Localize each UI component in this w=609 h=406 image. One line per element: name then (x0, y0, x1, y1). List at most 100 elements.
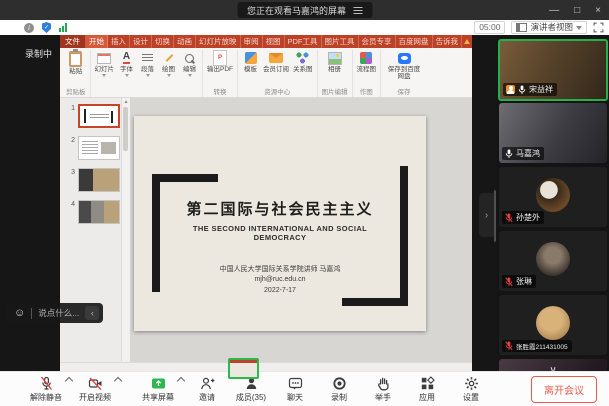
bracket-decoration (342, 298, 408, 306)
close-button[interactable]: × (595, 5, 601, 16)
collapse-chat-icon[interactable]: ‹ (85, 306, 99, 320)
tab-file[interactable]: 文件 (60, 35, 86, 48)
mic-muted-icon (505, 213, 513, 223)
mic-muted-icon (39, 376, 54, 391)
tab-picture-tools[interactable]: 图片工具 (322, 35, 359, 48)
wps-statusbar (60, 362, 472, 371)
panel-scrollbar[interactable]: ▲ (121, 98, 130, 362)
font-icon: A (123, 52, 130, 64)
tab-pdf-tools[interactable]: PDF工具 (285, 35, 322, 48)
tab-review[interactable]: 审阅 (241, 35, 263, 48)
tab-vip[interactable]: 会员专享 (359, 35, 396, 48)
baidu-pan-icon (398, 53, 411, 64)
participant-tile[interactable]: 马嘉鸿 (499, 103, 607, 163)
tab-design[interactable]: 设计 (130, 35, 152, 48)
participant-tile[interactable]: 宋益祥 (498, 39, 608, 101)
edit-button[interactable]: 编辑 (181, 51, 198, 77)
tab-animation[interactable]: 动画 (174, 35, 196, 48)
save-group: 保存到百度网盘 保存 (381, 50, 427, 97)
export-pdf-button[interactable]: P 输出PDF (207, 51, 233, 73)
invite-icon (200, 376, 215, 391)
quick-chat-placeholder[interactable]: 说点什么... (38, 307, 79, 319)
recording-indicator: 录制中 (25, 47, 52, 60)
bracket-decoration (152, 174, 160, 292)
quick-chat-bar[interactable]: ☺ 说点什么... ‹ (6, 303, 103, 323)
share-preview-thumbnail[interactable] (228, 358, 259, 379)
tab-transition[interactable]: 切换 (152, 35, 174, 48)
settings-button[interactable]: 设置 (449, 376, 493, 403)
participant-tile[interactable]: 孙楚外 (499, 167, 607, 227)
participant-tile[interactable]: 张琳 (499, 231, 607, 291)
view-mode-button[interactable]: 演讲者视图 (511, 21, 587, 34)
save-group-label: 保存 (398, 88, 411, 97)
flowchart-button[interactable]: 流程图 (357, 51, 377, 73)
participant-name: 张琳 (516, 276, 532, 287)
chat-button[interactable]: 聊天 (273, 376, 317, 403)
slides-button[interactable]: 幻灯片 (95, 51, 115, 77)
meeting-info-icon[interactable]: i (24, 23, 34, 33)
banner-menu-icon[interactable] (353, 7, 362, 14)
security-shield-icon[interactable]: ✓ (42, 22, 51, 33)
slide-subtitle: THE SECOND INTERNATIONAL AND SOCIAL DEMO… (190, 224, 370, 242)
tab-baidu-pan[interactable]: 百度网盘 (396, 35, 433, 48)
participant-name: 宋益祥 (529, 84, 553, 95)
statusbar: i ✓ 05:00 演讲者视图 (0, 20, 609, 36)
minimize-button[interactable]: — (549, 5, 559, 16)
participant-tile[interactable]: 张胜霞211431005 (499, 295, 607, 355)
sidebar-scrollbar[interactable] (494, 190, 496, 242)
fullscreen-icon[interactable] (593, 22, 604, 33)
chevron-down-icon (146, 74, 150, 77)
vip-subscribe-button[interactable]: 会员订阅 (263, 51, 289, 73)
shared-screen-area: 录制中 文件 开始 插入 设计 切换 动画 幻灯片放映 审阅 视图 PDF工具 … (0, 35, 497, 371)
unmute-button[interactable]: 解除静音 (24, 376, 68, 403)
share-options-chevron[interactable] (176, 378, 185, 392)
avatar (536, 242, 570, 276)
network-signal-icon (59, 23, 67, 32)
raise-hand-icon (376, 376, 391, 391)
members-button[interactable]: 成员(35) (229, 376, 273, 403)
scroll-up-icon[interactable]: ▲ (122, 98, 130, 106)
watching-banner[interactable]: 您正在观看马嘉鸿的屏幕 (237, 2, 372, 18)
record-button[interactable]: 录制 (317, 376, 361, 403)
tab-tell-me[interactable]: 告诉我 (433, 35, 463, 48)
paste-button[interactable]: 粘贴 (67, 51, 84, 75)
apps-button[interactable]: 应用 (405, 376, 449, 403)
share-screen-button[interactable]: 共享屏幕 (136, 376, 180, 403)
emoji-icon[interactable]: ☺ (14, 308, 25, 319)
tab-slideshow[interactable]: 幻灯片放映 (196, 35, 241, 48)
tab-view[interactable]: 视图 (263, 35, 285, 48)
draw-button[interactable]: 绘图 (160, 51, 177, 77)
mic-muted-icon (505, 341, 513, 351)
start-video-button[interactable]: 开启视频 (73, 376, 117, 403)
magnifier-icon (185, 54, 194, 63)
chart-group: 流程图 作图 (353, 50, 382, 97)
font-button[interactable]: A 字体 (118, 51, 135, 77)
participant-name: 孙楚外 (516, 212, 540, 223)
home-tools-group: 幻灯片 A 字体 段落 绘图 (91, 50, 204, 97)
chart-group-label: 作图 (360, 88, 373, 97)
diagram-button[interactable]: 关系图 (293, 51, 313, 73)
sidebar-collapse-handle[interactable]: › (479, 193, 494, 237)
leave-meeting-button[interactable]: 离开会议 (531, 376, 597, 403)
maximize-button[interactable]: □ (574, 5, 580, 16)
layout-icon (516, 23, 527, 32)
chevron-down-icon (188, 74, 192, 77)
paragraph-button[interactable]: 段落 (139, 51, 156, 77)
convert-group: P 输出PDF 转换 (203, 50, 238, 97)
wps-ribbon: 粘贴 剪贴板 幻灯片 A 字体 (60, 48, 472, 98)
participant-tile[interactable]: ∨ (499, 359, 607, 371)
paste-icon (69, 51, 82, 67)
mic-on-icon (505, 149, 513, 159)
invite-button[interactable]: 邀请 (185, 376, 229, 403)
tab-insert[interactable]: 插入 (108, 35, 130, 48)
avatar (536, 306, 570, 340)
video-options-chevron[interactable] (113, 378, 122, 392)
template-button[interactable]: 模板 (242, 51, 259, 73)
album-button[interactable]: 相册 (326, 51, 343, 73)
chevron-down-icon (167, 74, 171, 77)
save-to-pan-button[interactable]: 保存到百度网盘 (385, 51, 423, 80)
mic-options-chevron[interactable] (64, 378, 73, 392)
tab-home[interactable]: 开始 (86, 35, 108, 48)
convert-group-label: 转换 (214, 88, 227, 97)
raise-hand-button[interactable]: 举手 (361, 376, 405, 403)
